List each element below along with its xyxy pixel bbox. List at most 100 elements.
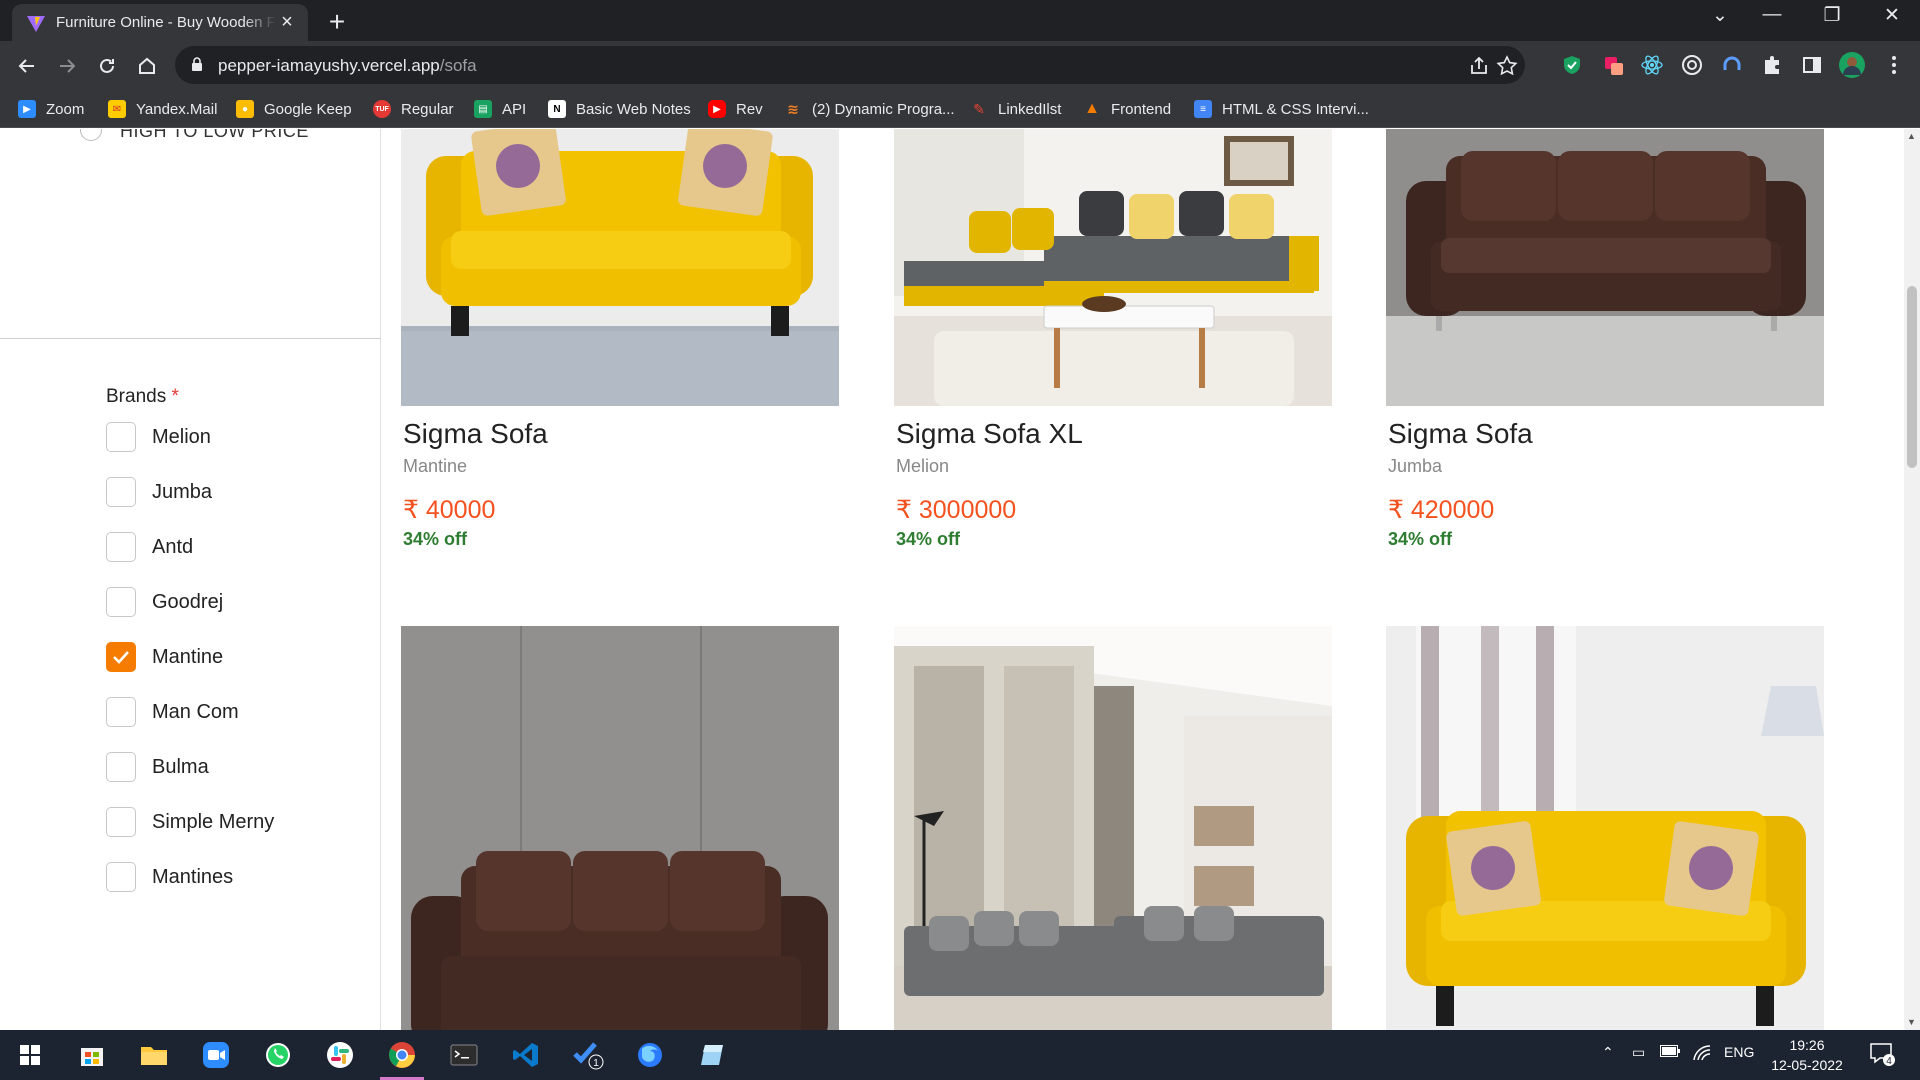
brand-filter-simple-merny[interactable]: Simple Merny xyxy=(106,806,274,838)
product-card[interactable]: Sigma Sofa XL Melion ₹ 3000000 34% off xyxy=(894,129,1332,550)
windows-taskbar: 1 ⌃ ▭ ENG 19:26 12-05-2022 4 xyxy=(0,1030,1920,1080)
bookmark-google-keep[interactable]: ● Google Keep xyxy=(236,96,352,122)
target-extension-icon[interactable] xyxy=(1678,51,1706,79)
checkbox[interactable] xyxy=(106,532,136,562)
checkbox[interactable] xyxy=(106,587,136,617)
product-image[interactable] xyxy=(1386,626,1824,1030)
scroll-up-arrow-icon[interactable]: ▲ xyxy=(1907,131,1916,141)
page-scrollbar[interactable]: ▲ ▼ xyxy=(1904,129,1920,1030)
checkbox[interactable] xyxy=(106,422,136,452)
terminal-icon[interactable] xyxy=(438,1035,490,1075)
brand-filter-man-com[interactable]: Man Com xyxy=(106,696,239,728)
zoom-app-icon[interactable] xyxy=(190,1035,242,1075)
bookmark-dynamic-programming[interactable]: ≋ (2) Dynamic Progra... xyxy=(784,96,954,122)
product-brand: Jumba xyxy=(1388,456,1443,476)
file-explorer-icon[interactable] xyxy=(128,1035,180,1075)
product-image[interactable] xyxy=(1386,129,1824,406)
react-devtools-icon[interactable] xyxy=(1638,51,1666,79)
browser-tab[interactable]: Furniture Online - Buy Wooden Furniture … xyxy=(12,4,308,41)
bookmark-html-css-interview[interactable]: ≡ HTML & CSS Intervi... xyxy=(1194,96,1369,122)
sort-radio-high-to-low[interactable] xyxy=(80,129,102,141)
headphones-extension-icon[interactable] xyxy=(1718,51,1746,79)
bookmark-api[interactable]: ▤ API xyxy=(474,96,526,122)
bookmark-regular[interactable]: TUF Regular xyxy=(373,96,454,122)
scroll-down-arrow-icon[interactable]: ▼ xyxy=(1907,1017,1916,1027)
back-icon[interactable] xyxy=(10,49,44,83)
product-card[interactable] xyxy=(401,626,839,1030)
restore-icon[interactable]: ❐ xyxy=(1812,4,1852,27)
share-icon[interactable] xyxy=(1467,54,1491,78)
bookmark-frontend[interactable]: ▲ Frontend xyxy=(1083,96,1171,122)
brand-filter-bulma[interactable]: Bulma xyxy=(106,751,209,783)
menu-kebab-icon[interactable] xyxy=(1880,51,1908,79)
product-name[interactable]: Sigma Sofa xyxy=(1386,418,1824,450)
chrome-icon[interactable] xyxy=(376,1035,428,1080)
slack-icon[interactable] xyxy=(314,1035,366,1075)
todo-icon[interactable]: 1 xyxy=(562,1035,614,1075)
battery-icon[interactable] xyxy=(1660,1044,1680,1060)
reload-icon[interactable] xyxy=(90,49,124,83)
close-window-icon[interactable]: ✕ xyxy=(1872,4,1912,27)
notification-center-icon[interactable]: 4 xyxy=(1868,1040,1896,1071)
api-icon: ▤ xyxy=(474,100,492,118)
home-icon[interactable] xyxy=(130,49,164,83)
product-card[interactable]: Sigma Sofa Jumba ₹ 420000 34% off xyxy=(1386,129,1824,550)
product-grid: Sigma Sofa Mantine ₹ 40000 34% off Sigma… xyxy=(381,129,1920,1030)
tab-search-icon[interactable]: ⌄ xyxy=(1700,4,1740,27)
product-card[interactable] xyxy=(1386,626,1824,1030)
checkbox[interactable] xyxy=(106,697,136,727)
checkbox[interactable] xyxy=(106,862,136,892)
firefox-icon[interactable] xyxy=(624,1035,676,1075)
brand-filter-goodrej[interactable]: Goodrej xyxy=(106,586,223,618)
bookmark-star-icon[interactable] xyxy=(1495,54,1519,78)
bookmark-zoom[interactable]: ▶ Zoom xyxy=(18,96,84,122)
product-image[interactable] xyxy=(894,129,1332,406)
side-panel-icon[interactable] xyxy=(1798,51,1826,79)
scrollbar-thumb[interactable] xyxy=(1907,286,1917,468)
minimize-icon[interactable]: — xyxy=(1752,4,1792,26)
product-name[interactable]: Sigma Sofa XL xyxy=(894,418,1332,450)
vscode-icon[interactable] xyxy=(500,1035,552,1075)
keep-icon: ● xyxy=(236,100,254,118)
windows-start-icon[interactable] xyxy=(4,1035,56,1075)
tray-expand-icon[interactable]: ⌃ xyxy=(1602,1044,1614,1061)
checkbox[interactable] xyxy=(106,807,136,837)
shield-extension-icon[interactable] xyxy=(1558,51,1586,79)
bookmark-yandex-mail[interactable]: ✉ Yandex.Mail xyxy=(108,96,217,122)
colorful-extension-icon[interactable] xyxy=(1600,51,1628,79)
product-image[interactable] xyxy=(894,626,1332,1030)
wifi-icon[interactable] xyxy=(1692,1044,1712,1063)
checkbox-checked[interactable] xyxy=(106,642,136,672)
filter-divider xyxy=(0,338,381,339)
close-tab-icon[interactable]: × xyxy=(276,11,298,34)
language-indicator[interactable]: ENG xyxy=(1724,1044,1754,1060)
product-image[interactable] xyxy=(401,626,839,1030)
bookmark-basic-web-notes[interactable]: N Basic Web Notes xyxy=(548,96,691,122)
product-name[interactable]: Sigma Sofa xyxy=(401,418,839,450)
product-card[interactable]: Sigma Sofa Mantine ₹ 40000 34% off xyxy=(401,129,839,550)
product-discount: 34% off xyxy=(1388,529,1453,549)
brand-filter-melion[interactable]: Melion xyxy=(106,421,211,453)
filter-sidebar: HIGH TO LOW PRICE Brands * Melion Jumba … xyxy=(0,129,381,1030)
brand-filter-antd[interactable]: Antd xyxy=(106,531,193,563)
product-image[interactable] xyxy=(401,129,839,406)
system-clock[interactable]: 19:26 12-05-2022 xyxy=(1762,1035,1852,1075)
brand-filter-mantines[interactable]: Mantines xyxy=(106,861,233,893)
checkbox[interactable] xyxy=(106,752,136,782)
microsoft-store-icon[interactable] xyxy=(66,1035,118,1075)
checkbox[interactable] xyxy=(106,477,136,507)
product-brand: Mantine xyxy=(403,456,468,476)
forward-icon[interactable] xyxy=(50,49,84,83)
profile-avatar[interactable] xyxy=(1838,51,1866,79)
whatsapp-icon[interactable] xyxy=(252,1035,304,1075)
address-bar[interactable]: pepper-iamayushy.vercel.app/sofa xyxy=(175,46,1525,84)
device-icon[interactable]: ▭ xyxy=(1632,1044,1645,1061)
extensions-puzzle-icon[interactable] xyxy=(1758,51,1786,79)
notes-app-icon[interactable] xyxy=(686,1035,738,1075)
bookmark-rev[interactable]: ▶ Rev xyxy=(708,96,763,122)
brand-filter-jumba[interactable]: Jumba xyxy=(106,476,212,508)
bookmark-linkedlist[interactable]: ✎ LinkedIlst xyxy=(970,96,1061,122)
product-card[interactable] xyxy=(894,626,1332,1030)
new-tab-button[interactable]: + xyxy=(322,6,352,38)
brand-filter-mantine[interactable]: Mantine xyxy=(106,641,223,673)
